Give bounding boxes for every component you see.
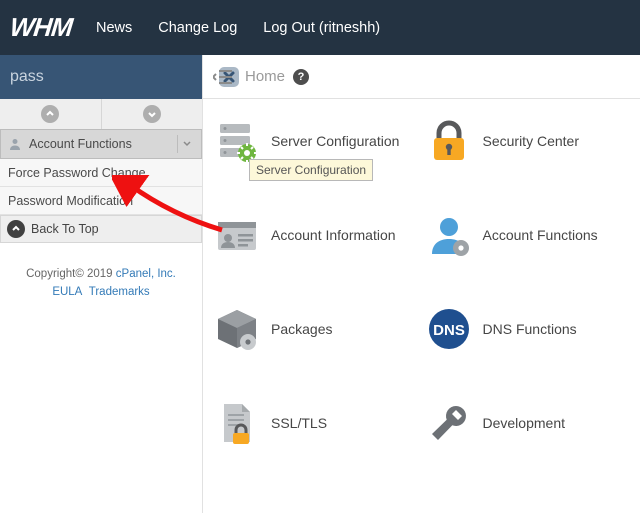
tile-dns-functions[interactable]: DNS DNS Functions	[425, 305, 631, 353]
collapse-all-button[interactable]	[0, 99, 102, 129]
footer-eula-link[interactable]: EULA	[52, 286, 82, 298]
document-lock-icon	[213, 399, 261, 447]
tile-packages[interactable]: Packages	[213, 305, 419, 353]
tile-label: DNS Functions	[483, 321, 577, 337]
tile-development[interactable]: Development	[425, 399, 631, 447]
sidebar-section-header[interactable]: Account Functions	[0, 129, 202, 159]
svg-text:DNS: DNS	[433, 322, 465, 339]
tile-label: Account Functions	[483, 227, 598, 243]
tile-account-information[interactable]: Account Information	[213, 211, 419, 259]
sidebar: Account Functions Force Password Change …	[0, 55, 202, 513]
dns-icon: DNS	[425, 305, 473, 353]
user-gear-icon	[425, 211, 473, 259]
nav-logout[interactable]: Log Out (ritneshh)	[263, 20, 380, 36]
tile-server-configuration[interactable]: Server Configuration Server Configuratio…	[213, 117, 419, 165]
sidebar-footer: Copyright© 2019 cPanel, Inc. EULA Tradem…	[0, 265, 202, 302]
tile-label: Server Configuration	[271, 133, 399, 149]
tile-label: Packages	[271, 321, 332, 337]
nav-news[interactable]: News	[96, 20, 132, 36]
breadcrumb-bar: Home ?	[203, 55, 640, 99]
expand-all-button[interactable]	[102, 99, 203, 129]
chevron-down-icon[interactable]	[177, 135, 195, 153]
tile-ssl-tls[interactable]: SSL/TLS	[213, 399, 419, 447]
sidebar-link-force-password-change[interactable]: Force Password Change	[0, 159, 202, 187]
help-icon[interactable]: ?	[293, 69, 309, 85]
content-area: Home ? Server Configuration Server Confi…	[202, 55, 640, 513]
sidebar-link-password-modification[interactable]: Password Modification	[0, 187, 202, 215]
id-card-icon	[213, 211, 261, 259]
package-icon	[213, 305, 261, 353]
footer-cpanel-link[interactable]: cPanel, Inc.	[116, 268, 176, 280]
search-bar	[0, 55, 202, 99]
wrench-icon	[425, 399, 473, 447]
back-to-top-label: Back To Top	[31, 222, 99, 236]
tile-label: Security Center	[483, 133, 579, 149]
tile-security-center[interactable]: Security Center	[425, 117, 631, 165]
tile-account-functions[interactable]: Account Functions	[425, 211, 631, 259]
breadcrumb-label: Home	[245, 68, 285, 85]
top-nav: WHM News Change Log Log Out (ritneshh)	[0, 0, 640, 55]
tooltip: Server Configuration	[249, 159, 373, 181]
tile-label: SSL/TLS	[271, 415, 327, 431]
logo[interactable]: WHM	[8, 12, 73, 43]
tile-grid: Server Configuration Server Configuratio…	[203, 99, 640, 457]
tile-label: Development	[483, 415, 566, 431]
sidebar-section-label: Account Functions	[29, 137, 132, 151]
menu-toggle-icon[interactable]	[213, 69, 233, 85]
tile-label: Account Information	[271, 227, 396, 243]
user-icon	[7, 137, 23, 151]
server-config-icon	[213, 117, 261, 165]
search-input[interactable]	[10, 68, 217, 86]
nav-changelog[interactable]: Change Log	[158, 20, 237, 36]
collapse-expand-row	[0, 99, 202, 129]
back-to-top-button[interactable]: Back To Top	[0, 215, 202, 243]
lock-icon	[425, 117, 473, 165]
arrow-up-icon	[7, 220, 25, 238]
footer-trademarks-link[interactable]: Trademarks	[89, 286, 150, 298]
